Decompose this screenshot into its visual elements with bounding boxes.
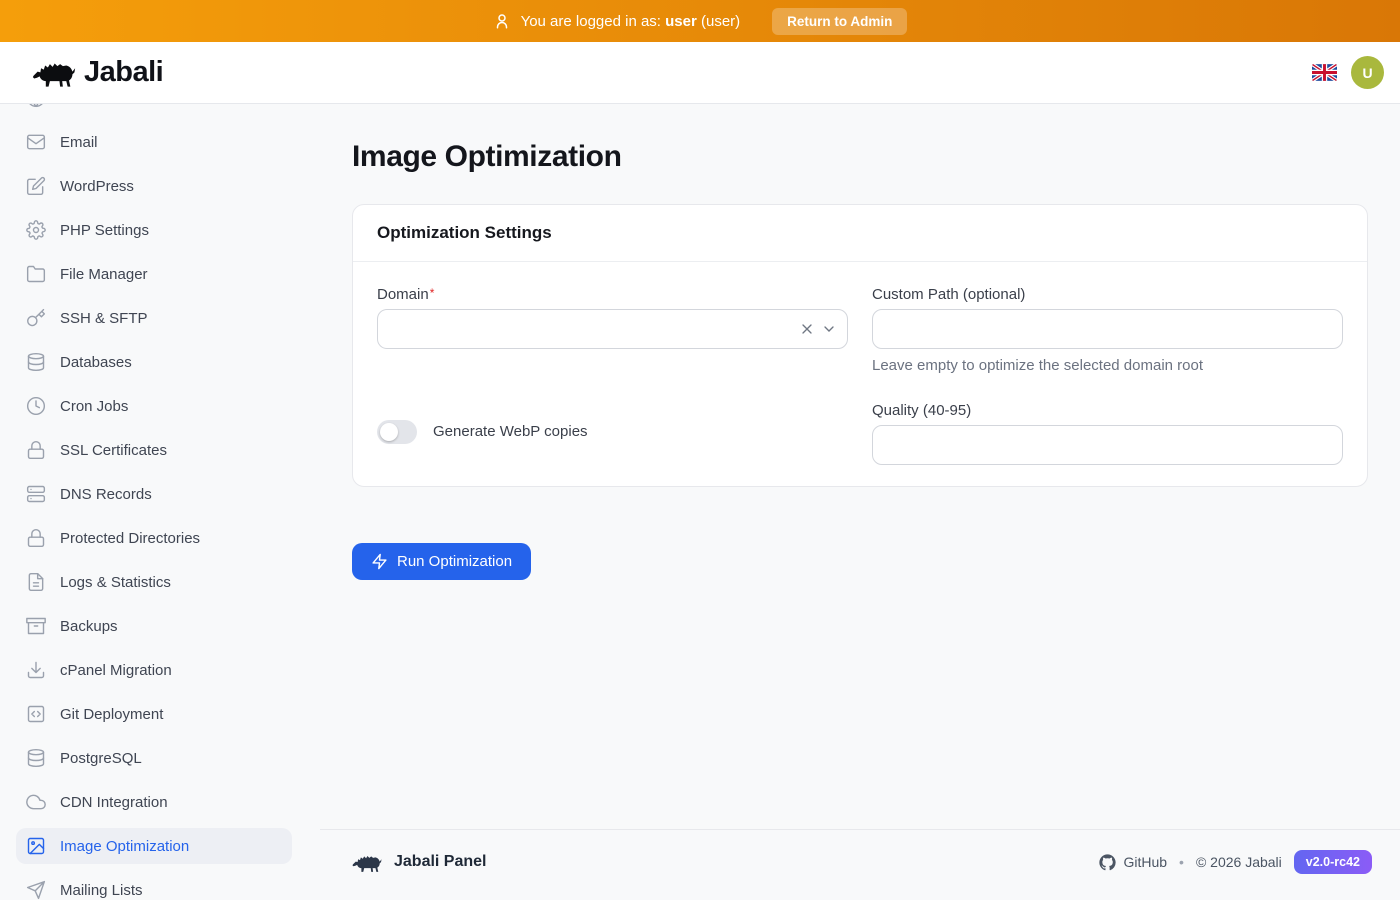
boar-logo-icon bbox=[32, 58, 76, 88]
custom-path-field: Custom Path (optional) Leave empty to op… bbox=[872, 286, 1343, 374]
custom-path-help: Leave empty to optimize the selected dom… bbox=[872, 357, 1343, 374]
globe-icon bbox=[26, 104, 46, 108]
sidebar-item-postgresql[interactable]: PostgreSQL bbox=[16, 740, 292, 776]
generate-webp-toggle[interactable] bbox=[377, 420, 417, 444]
sidebar-item-databases[interactable]: Databases bbox=[16, 344, 292, 380]
clear-icon[interactable] bbox=[799, 321, 815, 337]
page-title: Image Optimization bbox=[352, 140, 1368, 174]
sidebar-item-dns-records[interactable]: DNS Records bbox=[16, 476, 292, 512]
main-content: Image Optimization Optimization Settings… bbox=[320, 104, 1400, 829]
admin-impersonation-bar: You are logged in as: user (user) Return… bbox=[0, 0, 1400, 42]
quality-field: Quality (40-95) bbox=[872, 402, 1343, 465]
domain-select[interactable] bbox=[377, 309, 848, 349]
user-avatar[interactable]: U bbox=[1351, 56, 1384, 89]
sidebar-item-email[interactable]: Email bbox=[16, 124, 292, 160]
uk-flag-icon[interactable] bbox=[1312, 64, 1337, 81]
sidebar-item-git-deployment[interactable]: Git Deployment bbox=[16, 696, 292, 732]
github-icon bbox=[1099, 854, 1116, 871]
optimization-settings-card: Optimization Settings Domain* bbox=[352, 204, 1368, 487]
domain-field: Domain* bbox=[377, 286, 848, 374]
custom-path-input[interactable] bbox=[872, 309, 1343, 349]
sidebar: Email WordPress PHP Settings File Manage… bbox=[0, 104, 320, 900]
boar-logo-icon bbox=[352, 852, 382, 873]
sidebar-item-file-manager[interactable]: File Manager bbox=[16, 256, 292, 292]
clock-icon bbox=[26, 396, 46, 416]
sidebar-item-mailing-lists[interactable]: Mailing Lists bbox=[16, 872, 292, 900]
sidebar-item-hidden-partial[interactable] bbox=[16, 104, 292, 116]
lock-icon bbox=[26, 440, 46, 460]
gear-icon bbox=[26, 220, 46, 240]
run-optimization-button[interactable]: Run Optimization bbox=[352, 543, 531, 580]
mail-icon bbox=[26, 132, 46, 152]
logged-in-message: You are logged in as: user (user) bbox=[493, 12, 741, 30]
folder-icon bbox=[26, 264, 46, 284]
impersonated-role: (user) bbox=[701, 13, 740, 30]
version-badge: v2.0-rc42 bbox=[1294, 850, 1372, 874]
user-icon bbox=[493, 12, 511, 30]
chevron-down-icon[interactable] bbox=[821, 321, 837, 337]
server-icon bbox=[26, 484, 46, 504]
card-title: Optimization Settings bbox=[377, 223, 552, 242]
sidebar-item-wordpress[interactable]: WordPress bbox=[16, 168, 292, 204]
webp-toggle-label: Generate WebP copies bbox=[433, 423, 588, 440]
copyright-text: © 2026 Jabali bbox=[1196, 854, 1282, 870]
footer-brand-name: Jabali Panel bbox=[394, 853, 487, 871]
sidebar-item-php-settings[interactable]: PHP Settings bbox=[16, 212, 292, 248]
sidebar-item-image-optimization[interactable]: Image Optimization bbox=[16, 828, 292, 864]
sidebar-item-cpanel-migration[interactable]: cPanel Migration bbox=[16, 652, 292, 688]
database-icon bbox=[26, 352, 46, 372]
download-icon bbox=[26, 660, 46, 680]
send-icon bbox=[26, 880, 46, 900]
brand-logo[interactable]: Jabali bbox=[32, 56, 163, 89]
github-link[interactable]: GitHub bbox=[1099, 854, 1167, 871]
footer-separator: • bbox=[1179, 854, 1184, 870]
sidebar-item-cdn-integration[interactable]: CDN Integration bbox=[16, 784, 292, 820]
app-header: Jabali U bbox=[0, 42, 1400, 104]
code-square-icon bbox=[26, 704, 46, 724]
brand-name: Jabali bbox=[84, 56, 163, 89]
sidebar-item-cron-jobs[interactable]: Cron Jobs bbox=[16, 388, 292, 424]
footer: Jabali Panel GitHub • © 2026 Jabali v2.0… bbox=[320, 829, 1400, 900]
sidebar-item-ssl-certificates[interactable]: SSL Certificates bbox=[16, 432, 292, 468]
required-asterisk: * bbox=[430, 286, 435, 300]
archive-icon bbox=[26, 616, 46, 636]
sidebar-item-logs-statistics[interactable]: Logs & Statistics bbox=[16, 564, 292, 600]
sidebar-item-ssh-sftp[interactable]: SSH & SFTP bbox=[16, 300, 292, 336]
webp-toggle-row: Generate WebP copies bbox=[377, 398, 848, 465]
cloud-icon bbox=[26, 792, 46, 812]
lock-icon bbox=[26, 528, 46, 548]
database-icon bbox=[26, 748, 46, 768]
lightning-icon bbox=[371, 553, 388, 570]
quality-input[interactable] bbox=[872, 425, 1343, 465]
file-text-icon bbox=[26, 572, 46, 592]
impersonated-username: user bbox=[665, 13, 697, 30]
key-icon bbox=[26, 308, 46, 328]
footer-brand: Jabali Panel bbox=[352, 852, 487, 873]
edit-icon bbox=[26, 176, 46, 196]
sidebar-item-protected-directories[interactable]: Protected Directories bbox=[16, 520, 292, 556]
sidebar-item-backups[interactable]: Backups bbox=[16, 608, 292, 644]
image-icon bbox=[26, 836, 46, 856]
return-to-admin-button[interactable]: Return to Admin bbox=[772, 8, 907, 35]
